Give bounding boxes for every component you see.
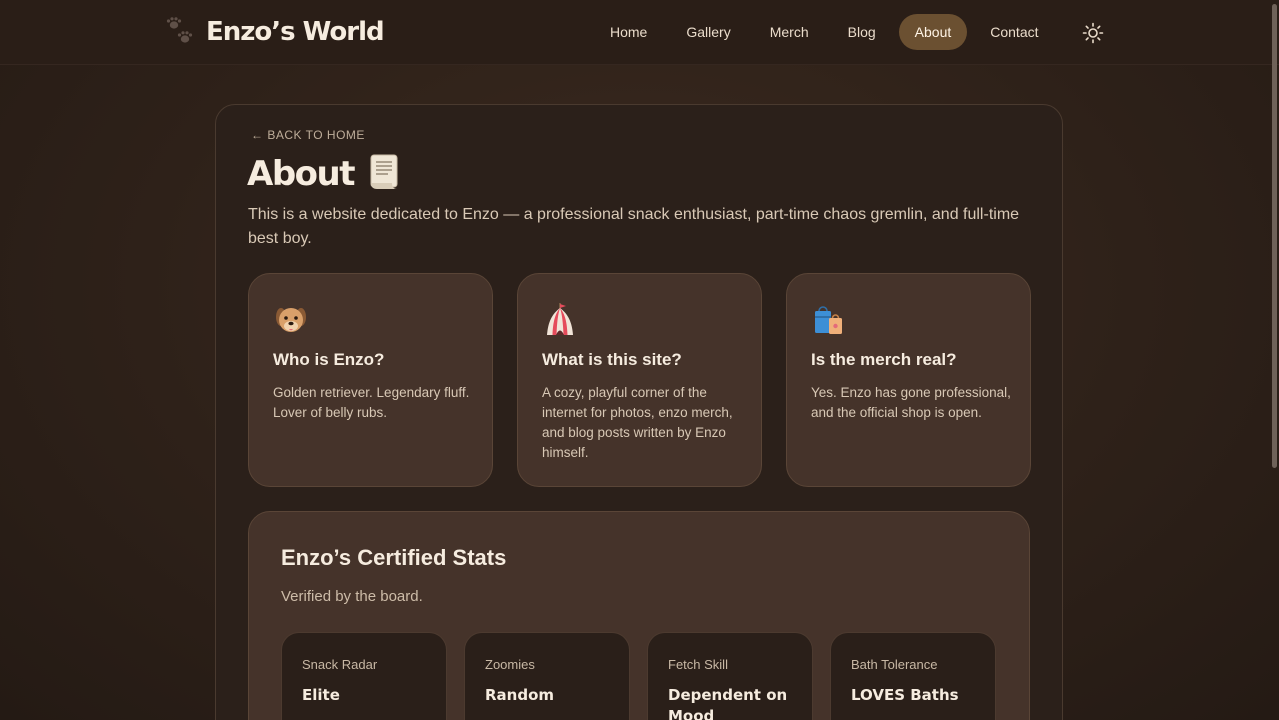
- nav-contact[interactable]: Contact: [974, 14, 1054, 50]
- card-body: Yes. Enzo has gone professional, and the…: [811, 385, 1011, 420]
- stat-value: Random: [485, 686, 555, 704]
- scrollbar-thumb[interactable]: [1272, 4, 1277, 468]
- sun-icon[interactable]: [1082, 22, 1104, 44]
- top-navigation-bar: Enzo’s World Home Gallery Merch Blog Abo…: [0, 0, 1279, 65]
- stat-card-bath-tolerance: Bath Tolerance LOVES Baths: [830, 632, 996, 720]
- card-is-the-merch-real: Is the merch real? Yes. Enzo has gone pr…: [786, 273, 1031, 487]
- card-title: Is the merch real?: [811, 350, 957, 369]
- stats-subtitle: Verified by the board.: [281, 588, 423, 605]
- back-to-home-link[interactable]: ← BACK TO HOME: [251, 128, 365, 142]
- stat-label: Snack Radar: [302, 657, 378, 672]
- nav-blog[interactable]: Blog: [832, 14, 892, 50]
- dog-face-icon: [273, 302, 309, 338]
- stat-card-fetch-skill: Fetch Skill Dependent on Mood: [647, 632, 813, 720]
- stat-card-zoomies: Zoomies Random: [464, 632, 630, 720]
- circus-tent-icon: [542, 302, 578, 338]
- stats-title: Enzo’s Certified Stats: [281, 545, 507, 570]
- stat-label: Fetch Skill: [668, 657, 728, 672]
- stat-card-snack-radar: Snack Radar Elite: [281, 632, 447, 720]
- paw-prints-icon: [164, 16, 196, 48]
- stat-value: Elite: [302, 686, 340, 704]
- page-title: About: [247, 154, 355, 194]
- stat-label: Bath Tolerance: [851, 657, 938, 672]
- shopping-bags-icon: [811, 302, 847, 338]
- stat-value: LOVES Baths: [851, 686, 959, 704]
- stat-value: Dependent on Mood: [668, 686, 788, 720]
- card-title: What is this site?: [542, 350, 682, 369]
- nav-about[interactable]: About: [898, 14, 968, 50]
- page-heading: About: [247, 150, 402, 198]
- nav-home[interactable]: Home: [594, 14, 663, 50]
- scroll-icon: [368, 153, 402, 196]
- nav-merch[interactable]: Merch: [754, 14, 825, 50]
- card-who-is-enzo: Who is Enzo? Golden retriever. Legendary…: [248, 273, 493, 487]
- nav-gallery[interactable]: Gallery: [670, 14, 746, 50]
- card-body: Golden retriever. Legendary fluff. Lover…: [273, 385, 470, 420]
- card-what-is-this-site: What is this site? A cozy, playful corne…: [517, 273, 762, 487]
- stat-label: Zoomies: [485, 657, 535, 672]
- card-title: Who is Enzo?: [273, 350, 385, 369]
- brand-home-link[interactable]: Enzo’s World: [164, 14, 385, 50]
- main-nav: Home Gallery Merch Blog About Contact: [594, 14, 1062, 50]
- site-title: Enzo’s World: [206, 17, 385, 47]
- intro-text: This is a website dedicated to Enzo — a …: [248, 206, 1020, 247]
- card-body: A cozy, playful corner of the internet f…: [542, 385, 733, 460]
